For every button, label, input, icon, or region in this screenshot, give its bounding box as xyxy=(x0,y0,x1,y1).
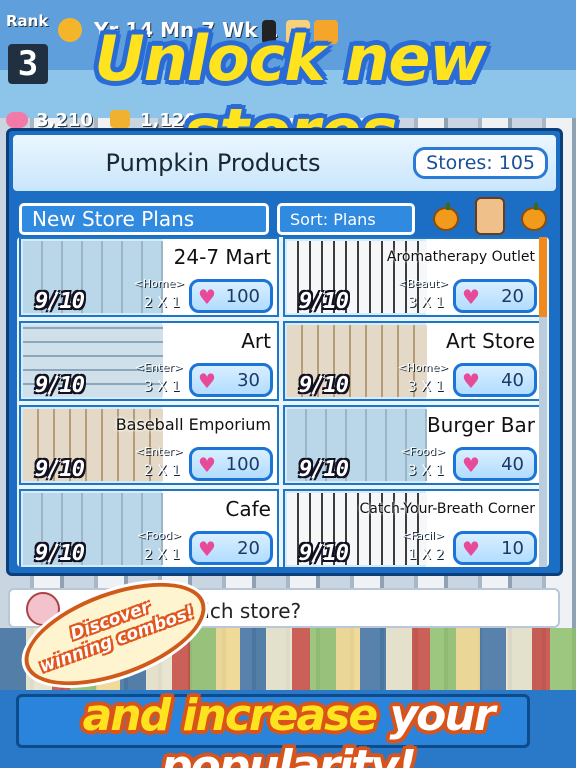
store-level: 9/10 xyxy=(299,541,349,566)
rank-value: 3 xyxy=(8,44,48,84)
store-plan-card[interactable]: Aromatherapy Outlet 9/10 <Beaut> 3 X 1 ♥… xyxy=(283,237,543,317)
store-name: Catch-Your-Breath Corner xyxy=(359,501,536,517)
store-category: <Enter> xyxy=(135,445,183,458)
build-cost-button[interactable]: ♥ 30 xyxy=(189,363,273,397)
heart-icon: ♥ xyxy=(462,369,480,393)
store-plan-card[interactable]: Cafe 9/10 <Food> 2 X 1 ♥ 20 xyxy=(19,489,279,567)
store-level: 9/10 xyxy=(299,289,349,314)
store-category: <Beaut> xyxy=(397,277,449,290)
store-name: Burger Bar xyxy=(426,413,535,437)
cost-value: 40 xyxy=(501,370,524,391)
heart-icon: ♥ xyxy=(198,285,216,309)
store-category: <Home> xyxy=(397,361,449,374)
mascot-icon xyxy=(475,197,505,235)
store-level: 9/10 xyxy=(299,457,349,482)
cost-value: 20 xyxy=(501,286,524,307)
store-name: Cafe xyxy=(225,497,271,521)
store-name: Aromatherapy Outlet xyxy=(386,249,535,265)
store-size: 3 X 1 xyxy=(407,295,445,311)
store-plan-card[interactable]: Catch-Your-Breath Corner 9/10 <Facil> 1 … xyxy=(283,489,543,567)
heart-icon: ♥ xyxy=(462,537,480,561)
store-name: Art Store xyxy=(446,329,535,353)
store-plan-card[interactable]: Art 9/10 <Enter> 3 X 1 ♥ 30 xyxy=(19,321,279,401)
scrollbar-thumb[interactable] xyxy=(539,237,547,317)
sort-button[interactable]: Sort: Plans xyxy=(277,203,415,235)
heart-icon: ♥ xyxy=(462,453,480,477)
store-plan-card[interactable]: Burger Bar 9/10 <Food> 3 X 1 ♥ 40 xyxy=(283,405,543,485)
heart-icon: ♥ xyxy=(198,369,216,393)
store-plan-card[interactable]: Baseball Emporium 9/10 <Enter> 2 X 1 ♥ 10… xyxy=(19,405,279,485)
store-name: Baseball Emporium xyxy=(115,415,271,434)
tagline-part1: and increase xyxy=(82,690,390,741)
store-level: 9/10 xyxy=(35,373,85,398)
heart-icon: ♥ xyxy=(462,285,480,309)
store-size: 3 X 1 xyxy=(407,379,445,395)
store-plan-card[interactable]: 24-7 Mart 9/10 <Home> 2 X 1 ♥ 100 xyxy=(19,237,279,317)
store-level: 9/10 xyxy=(299,373,349,398)
heart-icon: ♥ xyxy=(198,537,216,561)
store-plan-list[interactable]: 24-7 Mart 9/10 <Home> 2 X 1 ♥ 100 Aromath… xyxy=(17,237,549,567)
store-category: <Home> xyxy=(133,277,185,290)
build-cost-button[interactable]: ♥ 20 xyxy=(189,531,273,565)
store-size: 3 X 1 xyxy=(407,463,445,479)
store-level: 9/10 xyxy=(35,289,85,314)
scrollbar[interactable] xyxy=(539,237,547,567)
store-name: Art xyxy=(241,329,271,353)
build-cost-button[interactable]: ♥ 40 xyxy=(453,447,537,481)
cost-value: 100 xyxy=(225,454,260,475)
tab-new-store-plans[interactable]: New Store Plans xyxy=(19,203,269,235)
build-cost-button[interactable]: ♥ 20 xyxy=(453,279,537,313)
store-plans-panel: Pumpkin Products Stores: 105 New Store P… xyxy=(6,128,563,576)
store-category: <Food> xyxy=(136,529,182,542)
stores-count-badge: Stores: 105 xyxy=(413,147,548,179)
store-category: <Facil> xyxy=(401,529,445,542)
store-size: 1 X 2 xyxy=(407,547,445,563)
cost-value: 20 xyxy=(237,538,260,559)
build-cost-button[interactable]: ♥ 100 xyxy=(189,447,273,481)
store-size: 2 X 1 xyxy=(143,295,181,311)
store-size: 3 X 1 xyxy=(143,379,181,395)
store-size: 2 X 1 xyxy=(143,547,181,563)
pumpkin-icon xyxy=(521,203,547,231)
cost-value: 10 xyxy=(501,538,524,559)
cost-value: 100 xyxy=(225,286,260,307)
store-plan-card[interactable]: Art Store 9/10 <Home> 3 X 1 ♥ 40 xyxy=(283,321,543,401)
build-cost-button[interactable]: ♥ 10 xyxy=(453,531,537,565)
company-name: Pumpkin Products xyxy=(105,149,321,177)
build-cost-button[interactable]: ♥ 100 xyxy=(189,279,273,313)
panel-title-bar: Pumpkin Products Stores: 105 xyxy=(13,135,556,191)
store-name: 24-7 Mart xyxy=(173,245,271,269)
cost-value: 30 xyxy=(237,370,260,391)
heart-icon: ♥ xyxy=(198,453,216,477)
build-cost-button[interactable]: ♥ 40 xyxy=(453,363,537,397)
store-level: 9/10 xyxy=(35,541,85,566)
pumpkin-icon xyxy=(433,203,459,231)
store-size: 2 X 1 xyxy=(143,463,181,479)
store-category: <Enter> xyxy=(135,361,183,374)
heart-icon xyxy=(6,112,28,128)
store-category: <Food> xyxy=(400,445,446,458)
store-level: 9/10 xyxy=(35,457,85,482)
cost-value: 40 xyxy=(501,454,524,475)
rank-label: Rank xyxy=(6,12,49,30)
promo-tagline: and increase your popularity! xyxy=(0,690,576,768)
